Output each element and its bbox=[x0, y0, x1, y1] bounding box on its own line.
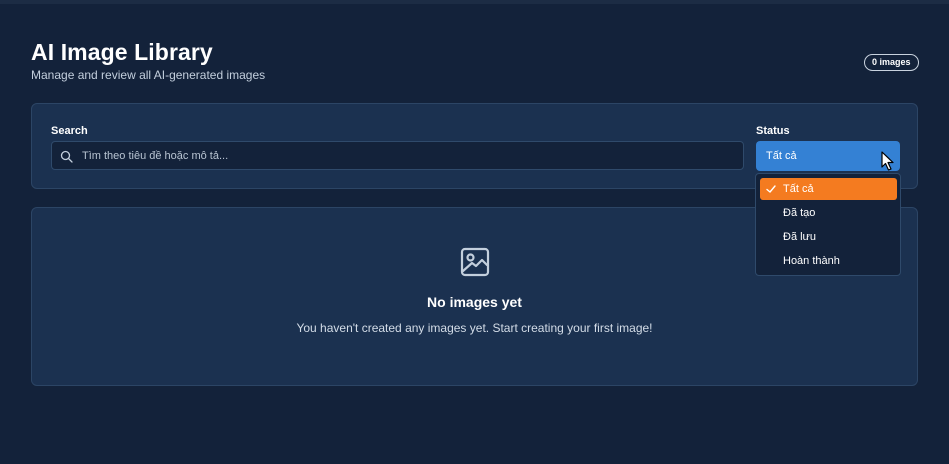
status-option-all[interactable]: Tất cả bbox=[760, 178, 897, 200]
empty-state-description: You haven't created any images yet. Star… bbox=[296, 321, 653, 335]
check-icon bbox=[766, 185, 776, 193]
status-label: Status bbox=[756, 125, 790, 137]
status-option-label: Hoàn thành bbox=[783, 255, 840, 267]
status-option-label: Đã tạo bbox=[783, 207, 816, 219]
status-option-saved[interactable]: Đã lưu bbox=[760, 226, 897, 248]
page-subtitle: Manage and review all AI-generated image… bbox=[31, 68, 266, 82]
search-icon bbox=[60, 150, 73, 163]
search-label: Search bbox=[51, 125, 88, 137]
image-count-badge: 0 images bbox=[864, 54, 919, 71]
status-option-label: Đã lưu bbox=[783, 231, 817, 243]
status-option-created[interactable]: Đã tạo bbox=[760, 202, 897, 224]
image-icon bbox=[460, 247, 490, 277]
search-input[interactable]: Tìm theo tiêu đề hoặc mô tả... bbox=[51, 141, 744, 170]
status-option-completed[interactable]: Hoàn thành bbox=[760, 250, 897, 272]
search-placeholder: Tìm theo tiêu đề hoặc mô tả... bbox=[82, 150, 229, 162]
status-option-label: Tất cả bbox=[783, 183, 814, 195]
empty-state-title: No images yet bbox=[427, 294, 522, 310]
status-select[interactable]: Tất cả bbox=[756, 141, 900, 171]
top-bar bbox=[0, 0, 949, 4]
status-selected-value: Tất cả bbox=[766, 150, 797, 162]
mouse-cursor-icon bbox=[881, 151, 894, 171]
page-title: AI Image Library bbox=[31, 39, 213, 65]
status-dropdown-menu: Tất cả Đã tạo Đã lưu Hoàn thành bbox=[755, 173, 901, 276]
